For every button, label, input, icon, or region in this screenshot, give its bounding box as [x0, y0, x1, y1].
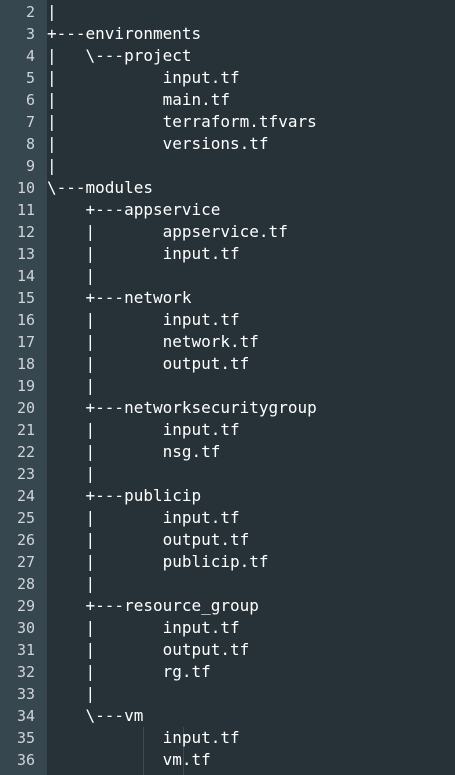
line-number: 34 [16, 707, 35, 725]
line-number: 16 [16, 311, 35, 329]
code-line[interactable]: | output.tf [47, 529, 455, 551]
code-line[interactable]: | appservice.tf [47, 221, 455, 243]
line-number: 14 [16, 267, 35, 285]
code-line[interactable]: | [47, 683, 455, 705]
code-line[interactable]: | input.tf [47, 243, 455, 265]
line-number: 30 [16, 619, 35, 637]
line-number: 17 [16, 333, 35, 351]
line-number: 31 [16, 641, 35, 659]
line-number: 20 [16, 399, 35, 417]
line-number: 32 [16, 663, 35, 681]
code-line[interactable]: \---modules [47, 177, 455, 199]
line-number: 35 [16, 729, 35, 747]
code-line[interactable]: | [47, 155, 455, 177]
line-number: 7 [25, 113, 35, 131]
code-line[interactable]: | rg.tf [47, 661, 455, 683]
line-number: 25 [16, 509, 35, 527]
code-line[interactable]: | input.tf [47, 309, 455, 331]
line-number: 5 [25, 69, 35, 87]
code-line[interactable]: | output.tf [47, 639, 455, 661]
line-number: 9 [25, 157, 35, 175]
line-number: 19 [16, 377, 35, 395]
code-line[interactable]: \---vm [47, 705, 455, 727]
code-line[interactable]: | main.tf [47, 89, 455, 111]
code-line[interactable]: vm.tf [47, 749, 455, 771]
code-line[interactable]: | input.tf [47, 419, 455, 441]
line-number: 2 [25, 3, 35, 21]
code-line[interactable]: | versions.tf [47, 133, 455, 155]
code-line[interactable]: | [47, 1, 455, 23]
code-line[interactable]: | network.tf [47, 331, 455, 353]
code-line[interactable]: +---publicip [47, 485, 455, 507]
code-line[interactable]: | output.tf [47, 353, 455, 375]
code-line[interactable]: | input.tf [47, 617, 455, 639]
code-line[interactable]: | input.tf [47, 507, 455, 529]
line-number: 26 [16, 531, 35, 549]
code-line[interactable]: | [47, 463, 455, 485]
line-number: 24 [16, 487, 35, 505]
code-line[interactable]: +---network [47, 287, 455, 309]
line-number: 18 [16, 355, 35, 373]
line-number: 10 [16, 179, 35, 197]
code-line[interactable]: | terraform.tfvars [47, 111, 455, 133]
code-line[interactable]: +---appservice [47, 199, 455, 221]
code-line-list: | +---environments | \---project | input.tf… [47, 1, 455, 771]
line-number: 12 [16, 223, 35, 241]
code-line[interactable]: +---networksecuritygroup [47, 397, 455, 419]
line-number: 3 [25, 25, 35, 43]
code-line[interactable]: | publicip.tf [47, 551, 455, 573]
line-number: 4 [25, 47, 35, 65]
line-number-gutter: 2 3 4 5 6 7 8 9 10 11 12 13 14 15 16 17 18 19 20 21 22 23 24 25… [0, 0, 47, 775]
code-editor[interactable]: 2 3 4 5 6 7 8 9 10 11 12 13 14 15 16 17 18 19 20 21 22 23 24 25… [0, 0, 455, 775]
code-line[interactable]: | [47, 573, 455, 595]
line-number: 8 [25, 135, 35, 153]
code-line[interactable]: +---environments [47, 23, 455, 45]
code-line[interactable]: | \---project [47, 45, 455, 67]
line-number: 23 [16, 465, 35, 483]
line-number: 27 [16, 553, 35, 571]
code-line[interactable]: | input.tf [47, 67, 455, 89]
line-number: 21 [16, 421, 35, 439]
code-line[interactable]: input.tf [47, 727, 455, 749]
line-number: 22 [16, 443, 35, 461]
line-number: 6 [25, 91, 35, 109]
code-area[interactable]: | +---environments | \---project | input.tf… [47, 0, 455, 775]
line-number: 28 [16, 575, 35, 593]
line-number: 13 [16, 245, 35, 263]
code-line[interactable]: | [47, 265, 455, 287]
line-number: 15 [16, 289, 35, 307]
line-number: 33 [16, 685, 35, 703]
code-line[interactable]: | [47, 375, 455, 397]
line-number: 11 [16, 201, 35, 219]
line-number-list: 2 3 4 5 6 7 8 9 10 11 12 13 14 15 16 17 18 19 20 21 22 23 24 25… [0, 1, 47, 771]
line-number: 36 [16, 751, 35, 769]
line-number: 29 [16, 597, 35, 615]
code-line[interactable]: +---resource_group [47, 595, 455, 617]
code-line[interactable]: | nsg.tf [47, 441, 455, 463]
